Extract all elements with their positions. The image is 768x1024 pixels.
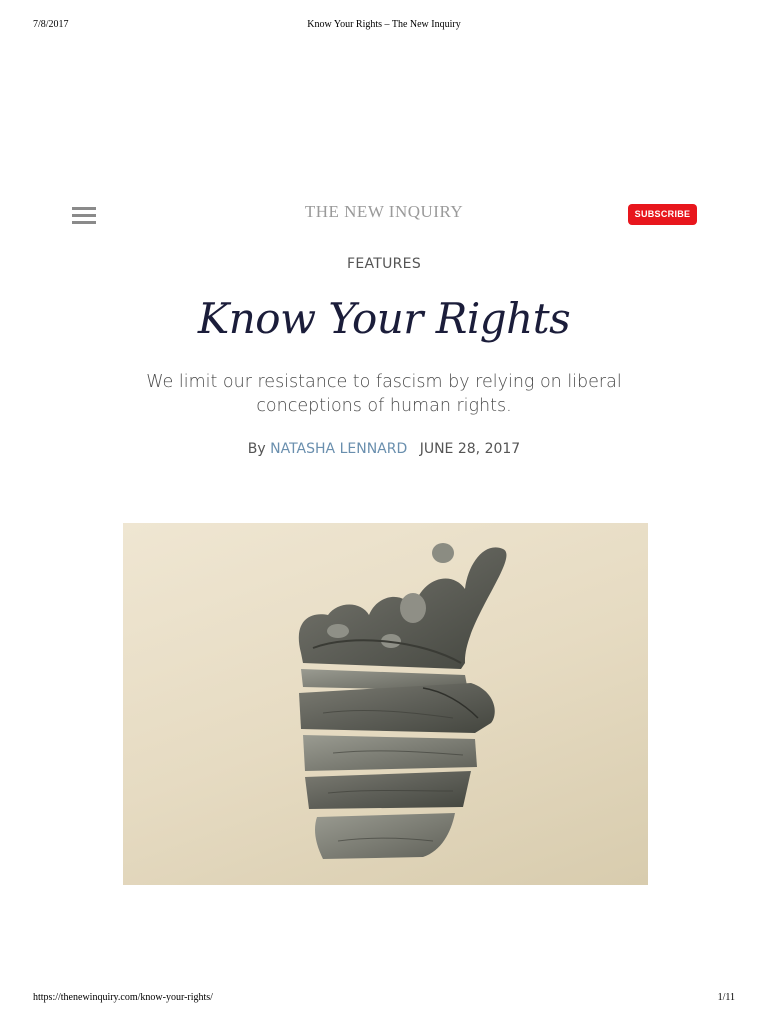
fist-fingers (298, 543, 507, 669)
hero-image (123, 523, 648, 885)
fist-slice (315, 813, 455, 859)
article-dek: We limit our resistance to fascism by re… (146, 372, 622, 416)
fist-slice (299, 683, 495, 733)
byline: By NATASHA LENNARD JUNE 28, 2017 (0, 441, 768, 457)
fist-slice (305, 771, 471, 809)
article-title: Know Your Rights (197, 294, 571, 343)
subscribe-button[interactable]: SUBSCRIBE (628, 204, 697, 225)
byline-prefix: By (247, 441, 266, 457)
print-page-number: 1/11 (717, 992, 735, 1003)
publish-date: JUNE 28, 2017 (419, 441, 521, 457)
sliced-fist-illustration (298, 543, 507, 859)
print-url: https://thenewinquiry.com/know-your-righ… (33, 992, 213, 1003)
print-page-title: Know Your Rights – The New Inquiry (307, 19, 461, 30)
author-link[interactable]: NATASHA LENNARD (270, 441, 407, 457)
section-label[interactable]: FEATURES (0, 256, 768, 272)
fist-slice (303, 735, 477, 771)
